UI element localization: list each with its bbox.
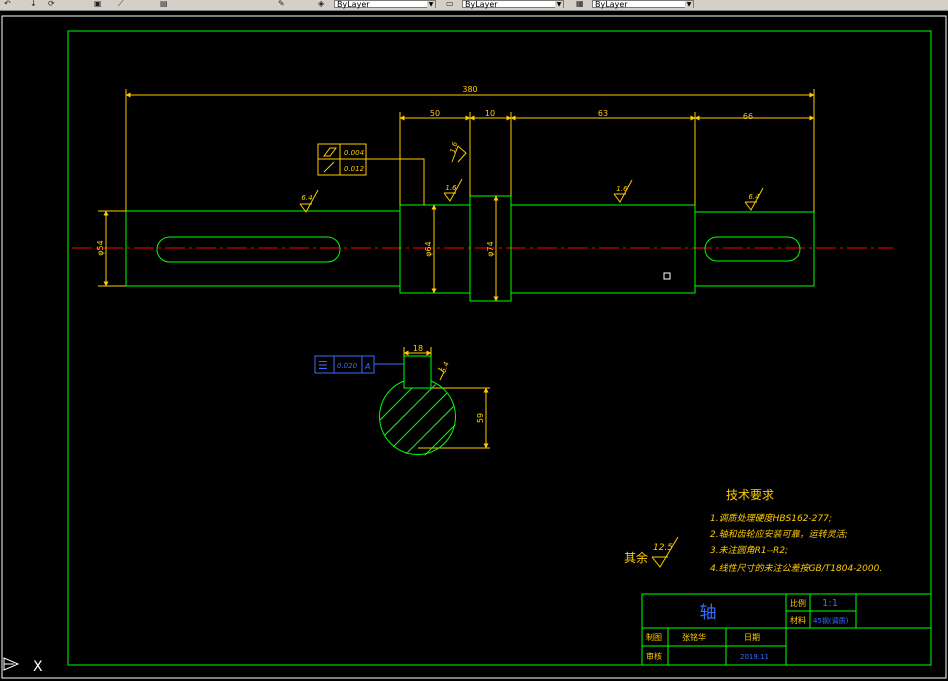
dim-keyway-depth: 59 — [476, 413, 485, 423]
gdt-value-1: 0.004 — [344, 149, 364, 157]
dim-dia64: φ64 — [424, 241, 433, 256]
layer-combo-value: ByLayer — [337, 0, 370, 9]
remainder-label: 其余 — [624, 550, 648, 565]
dim-66: 66 — [743, 112, 753, 121]
symmetry-symbol: ☰ — [318, 359, 328, 372]
symmetry-datum: A — [364, 362, 370, 371]
dim-dia54: φ54 — [96, 240, 105, 255]
undo-icon[interactable]: ↶ — [4, 0, 11, 8]
material-label: 材料 — [790, 615, 806, 625]
scale-value: 1:1 — [822, 598, 838, 609]
ucs-x-label: X — [33, 659, 43, 675]
layer-combo[interactable]: ByLayer ▼ — [334, 0, 436, 9]
roughness-middle-value: 1.6 — [616, 185, 628, 193]
color-icon[interactable]: ◈ — [318, 0, 324, 8]
zoom-icon[interactable]: ⟳ — [48, 0, 55, 8]
lineweight-combo-value: ByLayer — [595, 0, 628, 9]
roughness-collar-value: 1.6 — [449, 141, 460, 154]
lineweight-icon: ▦ — [576, 0, 584, 8]
dim-10: 10 — [485, 109, 495, 118]
redo-icon[interactable]: ↓ — [30, 0, 37, 8]
date-label: 日期 — [744, 633, 760, 642]
symmetry-value: 0.020 — [337, 362, 358, 370]
roughness-right-value: 6.4 — [748, 193, 759, 201]
outer-frame — [1, 15, 947, 679]
roughness-left-value: 6.4 — [301, 194, 312, 202]
pan-icon[interactable]: ▣ — [94, 0, 102, 8]
tech-req-line-4: 4.线性尺寸的未注公差按GB/T1804-2000. — [710, 563, 882, 574]
tech-req-line-1: 1.调质处理硬度HBS162-277; — [710, 513, 832, 524]
checked-label: 审核 — [646, 651, 662, 661]
scale-label: 比例 — [790, 598, 806, 608]
dim-50: 50 — [430, 109, 440, 118]
drawn-by: 张铭华 — [682, 632, 706, 642]
grip-square[interactable] — [663, 272, 671, 280]
date-value: 2019.11 — [740, 653, 769, 661]
linetype-combo-value: ByLayer — [465, 0, 498, 9]
drawn-label: 制图 — [646, 632, 662, 642]
part-name: 轴 — [700, 603, 717, 623]
roughness-remainder-value: 12.5 — [653, 543, 673, 553]
gdt-value-2: 0.012 — [344, 165, 365, 173]
linetype-combo[interactable]: ByLayer ▼ — [462, 0, 564, 9]
linetype-icon: ▭ — [446, 0, 454, 8]
drawing-canvas[interactable]: 380 50 10 63 66 φ54 φ64 φ74 18 59 6.4 1.… — [0, 10, 948, 681]
symmetry-frame — [314, 355, 405, 388]
dim-keyway-width: 18 — [413, 344, 423, 353]
chevron-down-icon[interactable]: ▼ — [427, 1, 435, 9]
properties-icon[interactable]: ▤ — [160, 0, 168, 8]
gdt-frame — [317, 143, 425, 205]
dim-63: 63 — [598, 109, 608, 118]
title-block — [641, 593, 932, 666]
roughness-shoulder-value: 1.6 — [445, 184, 457, 192]
tech-req-line-3: 3.未注圆角R1--R2; — [710, 545, 788, 556]
tech-req-line-2: 2.轴和齿轮应安装可靠，运转灵活; — [710, 529, 848, 540]
ucs-icon — [3, 657, 20, 671]
chevron-down-icon[interactable]: ▼ — [555, 1, 563, 9]
dim-dia74: φ74 — [486, 241, 495, 256]
paste-icon[interactable]: ✎ — [278, 0, 285, 8]
chevron-down-icon[interactable]: ▼ — [685, 1, 693, 9]
match-properties-icon[interactable]: ⟋ — [118, 0, 124, 8]
roughness-keyway-value: 6.4 — [439, 361, 450, 374]
lineweight-combo[interactable]: ByLayer ▼ — [592, 0, 694, 9]
dim-380: 380 — [462, 85, 477, 94]
tech-req-title: 技术要求 — [726, 488, 774, 502]
material-value: 45钢(调质) — [813, 616, 849, 625]
